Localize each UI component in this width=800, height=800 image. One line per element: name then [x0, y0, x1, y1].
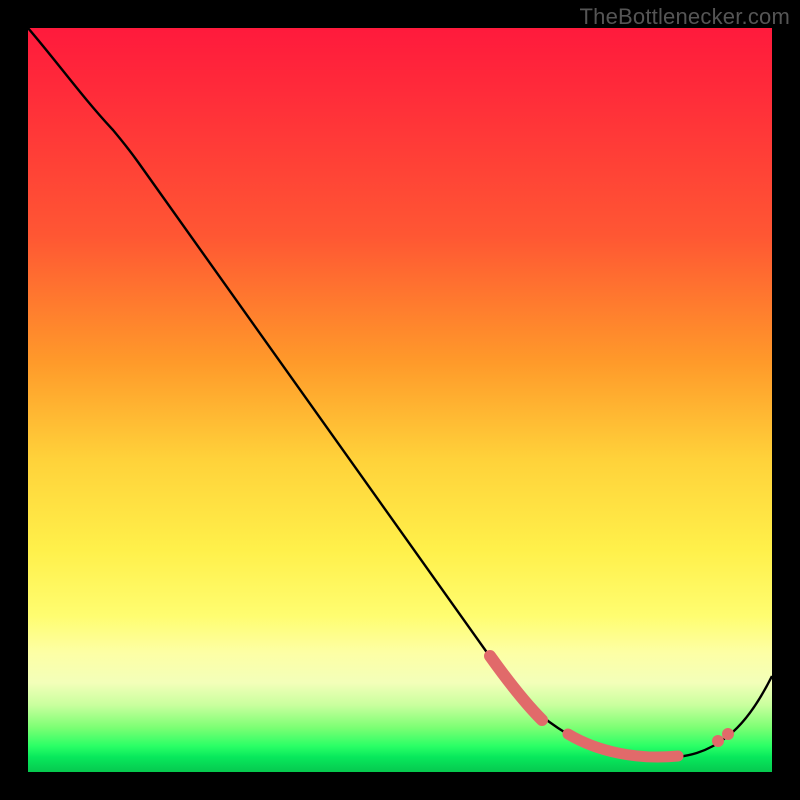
chart-frame: TheBottlenecker.com — [0, 0, 800, 800]
plot-area — [28, 28, 772, 772]
marker-segment-upper — [490, 656, 542, 720]
watermark-text: TheBottlenecker.com — [580, 4, 790, 30]
marker-dot-b — [722, 728, 734, 740]
curve-layer — [28, 28, 772, 772]
bottleneck-curve — [28, 28, 772, 758]
marker-dot-a — [712, 735, 724, 747]
marker-segment-trough — [568, 734, 678, 757]
